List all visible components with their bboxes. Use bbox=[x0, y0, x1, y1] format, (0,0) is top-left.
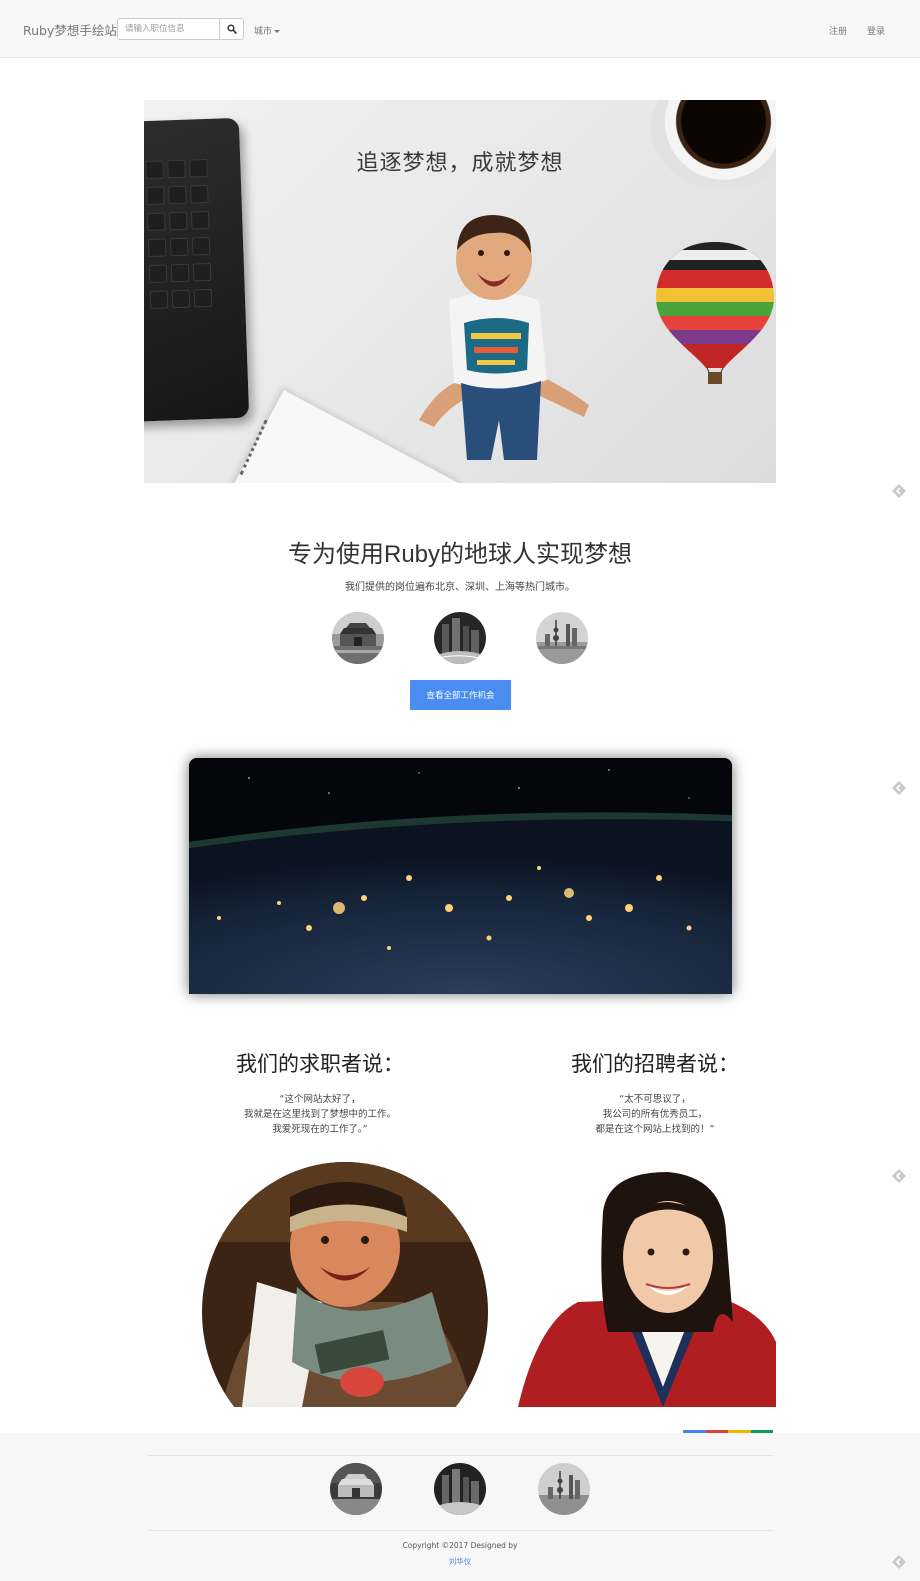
back-arrow-icon[interactable] bbox=[890, 482, 908, 500]
hero-title: 追逐梦想，成就梦想 bbox=[356, 151, 564, 176]
city-beijing-image[interactable] bbox=[332, 612, 384, 664]
recruiter-portrait bbox=[518, 1172, 776, 1407]
recruiters-quote: “太不可思议了， 我公司的所有优秀员工， 都是在这个网站上找到的！” bbox=[525, 1092, 785, 1137]
search-input[interactable] bbox=[117, 18, 219, 40]
seekers-title: 我们的求职者说： bbox=[236, 1052, 404, 1076]
footer-city-shenzhen-image[interactable] bbox=[434, 1463, 486, 1515]
recruiters-quote-line: 都是在这个网站上找到的！” bbox=[595, 1124, 715, 1135]
intro-title-prefix: 专为使用 bbox=[287, 540, 384, 568]
hero-banner: 追逐梦想，成就梦想 bbox=[144, 100, 776, 483]
earth-night-image bbox=[189, 758, 732, 994]
city-shanghai-image[interactable] bbox=[536, 612, 588, 664]
back-arrow-icon[interactable] bbox=[890, 779, 908, 797]
intro-title-ruby: Ruby bbox=[383, 541, 441, 568]
search-icon bbox=[226, 24, 237, 34]
job-seeker-portrait bbox=[202, 1162, 488, 1407]
caret-down-icon bbox=[274, 30, 281, 33]
color-stripe bbox=[683, 1430, 773, 1433]
back-arrow-icon[interactable] bbox=[890, 1553, 908, 1571]
seekers-quote-line: 我就是在这里找到了梦想中的工作。 bbox=[243, 1109, 396, 1120]
brand-logo[interactable]: Ruby梦想手绘站 bbox=[23, 20, 117, 39]
seekers-quote-line: “这个网站太好了， bbox=[279, 1094, 361, 1105]
view-all-jobs-button[interactable]: 查看全部工作机会 bbox=[410, 680, 511, 710]
seekers-quote-line: 我爱死现在的工作了。” bbox=[272, 1124, 368, 1135]
city-dropdown[interactable]: 城市 bbox=[254, 24, 281, 37]
intro-title: 专为使用Ruby的地球人实现梦想 bbox=[0, 534, 920, 569]
navbar: Ruby梦想手绘站 城市 注册 登录 bbox=[0, 0, 920, 58]
footer-divider bbox=[148, 1455, 773, 1456]
city-dropdown-label: 城市 bbox=[254, 27, 273, 37]
footer-divider bbox=[148, 1530, 773, 1531]
intro-subtitle: 我们提供的岗位遍布北京、深圳、上海等热门城市。 bbox=[345, 582, 575, 593]
footer-city-beijing-image[interactable] bbox=[330, 1463, 382, 1515]
recruiters-quote-line: 我公司的所有优秀员工， bbox=[602, 1109, 708, 1120]
back-arrow-icon[interactable] bbox=[890, 1167, 908, 1185]
search-button[interactable] bbox=[219, 18, 244, 40]
seekers-quote: “这个网站太好了， 我就是在这里找到了梦想中的工作。 我爱死现在的工作了。” bbox=[190, 1092, 450, 1137]
login-link[interactable]: 登录 bbox=[867, 24, 885, 37]
recruiters-title: 我们的招聘者说： bbox=[571, 1052, 739, 1076]
hot-air-balloon-image bbox=[656, 242, 774, 384]
author-link[interactable]: 刘华仪 bbox=[0, 1556, 920, 1567]
city-shenzhen-image[interactable] bbox=[434, 612, 486, 664]
intro-title-suffix: 的地球人实现梦想 bbox=[440, 540, 633, 568]
recruiters-quote-line: “太不可思议了， bbox=[619, 1094, 691, 1105]
jumping-child-image bbox=[419, 215, 589, 460]
register-link[interactable]: 注册 bbox=[829, 24, 847, 37]
footer-city-shanghai-image[interactable] bbox=[538, 1463, 590, 1515]
copyright-text: Copyright ©2017 Designed by bbox=[402, 1541, 518, 1550]
